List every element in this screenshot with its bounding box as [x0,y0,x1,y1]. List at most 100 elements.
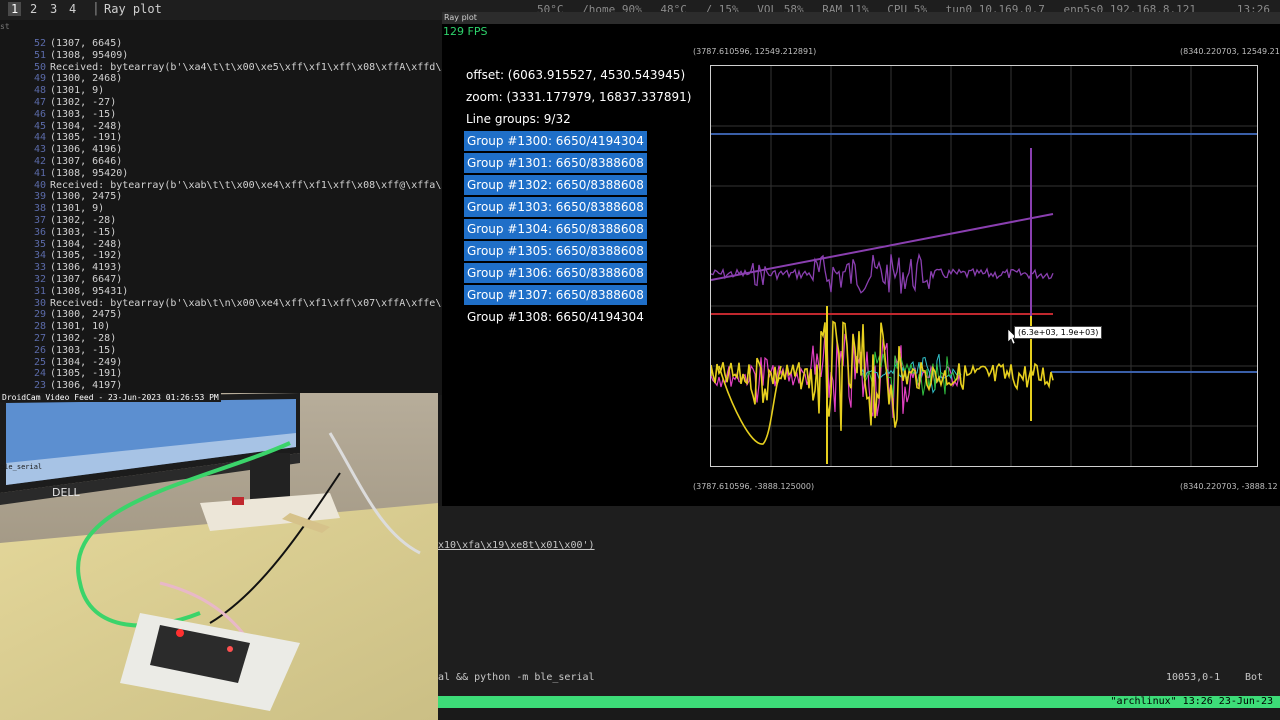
cursor-position: 10053,0-1 [1166,672,1221,683]
line-number: 49 [33,73,46,85]
line-text: (1305, -191) [50,132,123,144]
line-number: 46 [33,108,46,120]
line-text: (1301, 10) [50,321,111,333]
line-number: 32 [33,274,46,285]
line-text: (1300, 2468) [50,73,123,85]
line-number: 38 [33,203,46,215]
terminal-received-line: 30 Received: bytearray(b'\xab\t\n\x00\xe4… [0,298,442,310]
line-number: 43 [33,144,46,156]
terminal-line: 34 (1305, -192) [0,250,122,262]
line-number: 41 [33,167,46,179]
workspace-2[interactable]: 2 [30,2,37,16]
workspace-4[interactable]: 4 [69,2,76,16]
terminal-line: 37 (1302, -28) [0,215,116,227]
line-text: (1303, -15) [50,108,117,120]
terminal-received-line: 50 Received: bytearray(b'\xa4\t\t\x00\xe5… [0,62,442,74]
scroll-position: Bot [1245,672,1264,683]
group-item-1306[interactable]: Group #1306: 6650/8388608 [464,263,647,283]
terminal-line: 35 (1304, -248) [0,239,122,251]
terminal-line: 43 (1306, 4196) [0,144,122,156]
line-number: 40 [33,179,46,191]
terminal-line: 33 (1306, 4193) [0,262,122,274]
group-item-1301[interactable]: Group #1301: 6650/8388608 [464,153,647,173]
workspace-3[interactable]: 3 [50,2,57,16]
line-text: (1302, -28) [50,215,117,226]
terminal-line: 48 (1301, 9) [0,85,104,97]
group-item-1304[interactable]: Group #1304: 6650/8388608 [464,219,647,239]
line-text: (1304, -248) [50,238,123,250]
terminal-line: 46 (1303, -15) [0,109,116,121]
active-window-title: Ray plot [104,2,162,16]
line-number: 26 [33,344,46,356]
terminal-output[interactable]: st 52 (1307, 6645) 51 (1308, 95409) 50 Receiv… [0,20,442,395]
camera-window-title: DroidCam Video Feed - 23-Jun-2023 01:26:… [0,393,221,402]
group-item-1303[interactable]: Group #1303: 6650/8388608 [464,197,647,217]
terminal-line: 29 (1300, 2475) [0,309,122,321]
terminal-received-line: 40 Received: bytearray(b'\xab\t\t\x00\xe4… [0,180,442,192]
line-text: (1306, 4193) [50,262,123,274]
terminal-line: 36 (1303, -15) [0,227,116,239]
terminal-line: 25 (1304, -249) [0,357,122,369]
line-number: 48 [33,85,46,97]
terminal-line: 39 (1300, 2475) [0,191,122,203]
line-number: 47 [33,97,46,108]
line-number: 35 [33,238,46,250]
line-text: (1300, 2475) [50,191,123,203]
line-text: (1308, 95420) [50,167,129,179]
terminal-line: 47 (1302, -27) [0,97,116,109]
bottom-strip [438,708,1280,720]
cursor-tooltip: (6.3e+03, 1.9e+03) [1014,326,1103,339]
line-text: Received: bytearray(b'\xab\t\n\x00\xe4\x… [50,297,442,309]
line-number: 31 [33,285,46,297]
line-number: 34 [33,250,46,262]
line-text: (1300, 2475) [50,309,123,321]
monitor-brand-logo: DELL [52,486,81,499]
line-number: 45 [33,120,46,132]
bottom-terminal[interactable]: x10\xfa\x19\xe8t\x01\x00') al && python … [438,506,1280,696]
monitor-screen-text: ble_serial [0,463,42,471]
terminal-line: 32 (1307, 6647) [0,274,122,286]
ray-plot-window[interactable]: Ray plot 129 FPS offset: (6063.915527, 4… [442,12,1280,506]
trace-purple-diagonal [710,213,1054,281]
line-number: 44 [33,132,46,144]
group-item-1305[interactable]: Group #1305: 6650/8388608 [464,241,647,261]
terminal-line: 27 (1302, -28) [0,333,116,345]
line-text: (1303, -15) [50,226,117,238]
corner-bottom-left-coord: (3787.610596, -3888.125000) [693,482,815,491]
terminal-bytes-text: x10\xfa\x19\xe8t\x01\x00') [438,540,595,551]
offset-readout: offset: (6063.915527, 4530.543945) [466,68,686,82]
terminal-output-line: x10\xfa\x19\xe8t\x01\x00') [438,540,595,551]
tmux-status-text: "archlinux" 13:26 23-Jun-23 [1110,696,1273,707]
line-text: (1307, 6647) [50,274,123,285]
line-number: 36 [33,226,46,238]
trace-purple [710,252,1054,294]
camera-image: DELL ble_serial [0,393,438,720]
line-text: (1308, 95431) [50,285,129,297]
line-text: Received: bytearray(b'\xab\t\t\x00\xe4\x… [50,179,442,191]
group-item-1302[interactable]: Group #1302: 6650/8388608 [464,175,647,195]
group-item-1308[interactable]: Group #1308: 6650/4194304 [464,307,647,327]
plot-window-title: Ray plot [442,12,1280,24]
line-number: 33 [33,262,46,274]
corner-bottom-right-coord: (8340.220703, -3888.12 [1180,482,1278,491]
terminal-line: 49 (1300, 2468) [0,73,122,85]
group-item-1307[interactable]: Group #1307: 6650/8388608 [464,285,647,305]
line-text: (1306, 4197) [50,380,123,392]
line-text: Received: bytearray(b'\xa4\t\t\x00\xe5\x… [50,61,442,73]
plot-canvas[interactable] [710,65,1258,467]
line-text: (1307, 6645) [50,38,123,49]
line-number: 51 [33,49,46,61]
line-text: (1302, -28) [50,333,117,344]
line-number: 27 [33,333,46,344]
line-text: (1301, 9) [50,85,105,97]
terminal-line: 26 (1303, -15) [0,345,116,357]
corner-top-left-coord: (3787.610596, 12549.212891) [693,47,817,56]
workspace-1[interactable]: 1 [8,2,22,16]
line-number: 29 [33,309,46,321]
line-text: (1308, 95409) [50,49,129,61]
terminal-line: 41 (1308, 95420) [0,168,128,180]
line-number: 24 [33,368,46,380]
line-text: (1302, -27) [50,97,117,108]
group-item-1300[interactable]: Group #1300: 6650/4194304 [464,131,647,151]
line-number: 50 [33,61,46,73]
